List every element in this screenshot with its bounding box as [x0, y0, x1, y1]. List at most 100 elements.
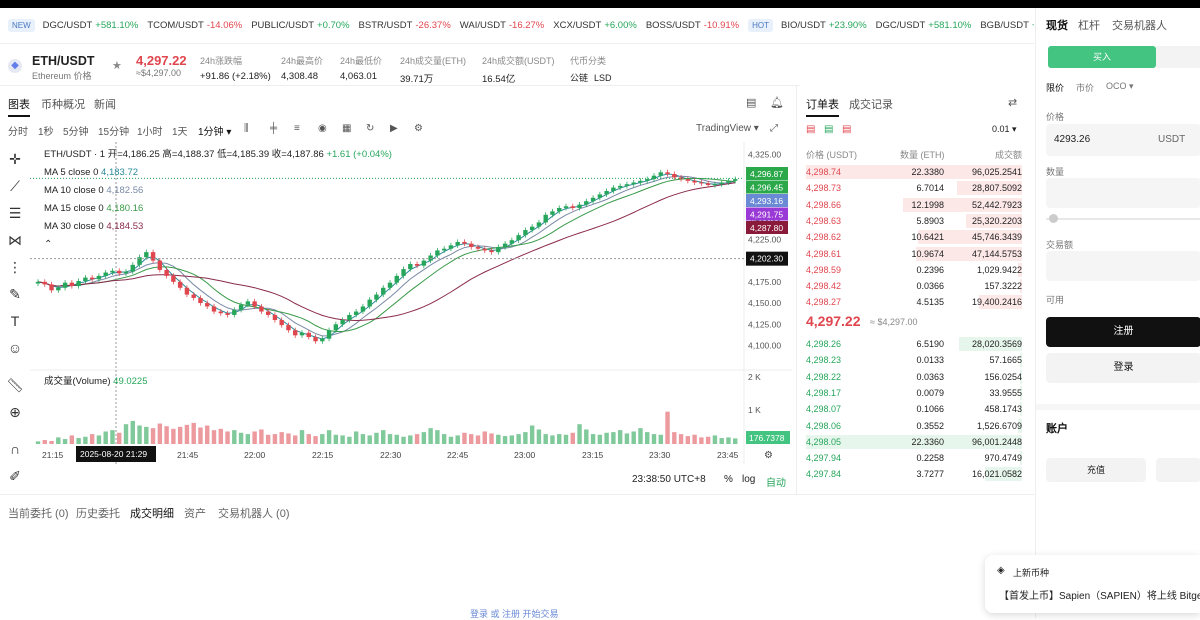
ticker-item[interactable]: BIO/USDT +23.90% — [781, 20, 867, 31]
interval-1m[interactable]: 1分钟 ▾ — [198, 123, 231, 138]
fullscreen-icon[interactable]: ⤢ — [770, 123, 778, 134]
indicator-icon[interactable]: ⫼ — [244, 123, 249, 134]
log-toggle[interactable]: log — [742, 474, 755, 485]
bids-view-icon[interactable]: ▤ — [824, 124, 833, 135]
listing-notification[interactable]: ◈ 上新币种 【首发上币】Sapien（SAPIEN）将上线 Bitget — [985, 555, 1200, 613]
text-icon[interactable]: T — [6, 312, 24, 330]
calendar-icon[interactable]: ▦ — [342, 123, 351, 134]
transfer-button[interactable] — [1156, 458, 1200, 482]
play-icon[interactable]: ▶ — [390, 123, 398, 134]
horizontal-lines-icon[interactable]: ☰ — [6, 204, 24, 222]
tab-bots[interactable]: 交易机器人 (0) — [218, 505, 290, 521]
gear-icon[interactable]: ⚙ — [414, 123, 423, 134]
ask-row[interactable]: 4,298.73 6.7014 28,807.5092 — [806, 180, 1022, 196]
ticker-item[interactable]: DGC/USDT +581.10% — [876, 20, 972, 31]
candle-type-icon[interactable]: ╪ — [270, 123, 277, 134]
login-prompt[interactable]: 登录 或 注册 开始交易 — [470, 607, 559, 620]
ask-row[interactable]: 4,298.62 10.6421 45,746.3439 — [806, 229, 1022, 245]
ask-row[interactable]: 4,298.61 10.9674 47,144.5753 — [806, 246, 1022, 262]
order-type-limit[interactable]: 限价 — [1046, 81, 1064, 94]
bid-row[interactable]: 4,298.26 6.5190 28,020.3569 — [806, 336, 1022, 352]
qty-input[interactable] — [1046, 178, 1200, 208]
tab-orderbook[interactable]: 订单表 — [806, 96, 839, 117]
bid-row[interactable]: 4,298.07 0.1066 458.1743 — [806, 401, 1022, 417]
ticker-item[interactable]: DGC/USDT +581.10% — [43, 20, 139, 31]
percent-toggle[interactable]: % — [724, 474, 733, 485]
tab-trades[interactable]: 成交记录 — [849, 96, 893, 112]
register-button[interactable]: 注册 — [1046, 317, 1200, 347]
tab-chart[interactable]: 图表 — [8, 96, 30, 117]
category-tag[interactable]: 公链 — [570, 71, 588, 84]
bid-row[interactable]: 4,298.06 0.3552 1,526.6709 — [806, 418, 1022, 434]
pattern-icon[interactable]: ⋈ — [6, 231, 24, 249]
slider-handle[interactable] — [1049, 214, 1058, 223]
ticker-item[interactable]: PUBLIC/USDT +0.70% — [251, 20, 349, 31]
sell-button[interactable] — [1156, 46, 1200, 68]
price-input[interactable]: 4293.26 USDT — [1046, 124, 1200, 156]
bell-icon[interactable]: 🔔︎ — [770, 96, 784, 109]
bid-row[interactable]: 4,297.94 0.2258 970.4749 — [806, 450, 1022, 466]
interval-1s[interactable]: 1秒 — [38, 123, 54, 138]
zoom-in-icon[interactable]: ⊕ — [6, 403, 24, 421]
swap-icon[interactable]: ⇄ — [1008, 96, 1017, 109]
interval-15m[interactable]: 15分钟 — [98, 123, 129, 138]
ask-row[interactable]: 4,298.66 12.1998 52,442.7923 — [806, 197, 1022, 213]
bid-row[interactable]: 4,298.22 0.0363 156.0254 — [806, 369, 1022, 385]
login-button[interactable]: 登录 — [1046, 353, 1200, 383]
tab-assets[interactable]: 资产 — [184, 505, 206, 521]
pair-title[interactable]: ETH/USDT — [32, 54, 95, 68]
deposit-button[interactable]: 充值 — [1046, 458, 1146, 482]
asks-view-icon[interactable]: ▤ — [842, 124, 851, 135]
tab-bot[interactable]: 交易机器人 — [1112, 17, 1167, 33]
interval-1d[interactable]: 1天 — [172, 123, 188, 138]
interval-5m[interactable]: 5分钟 — [63, 123, 89, 138]
interval-time[interactable]: 分时 — [8, 123, 28, 138]
both-view-icon[interactable]: ▤ — [806, 124, 815, 135]
category-tag[interactable]: LSD — [594, 73, 612, 83]
qty-slider[interactable] — [1046, 218, 1200, 220]
bid-row[interactable]: 4,298.17 0.0079 33.9555 — [806, 385, 1022, 401]
ticker-item[interactable]: BGB/USDT+1.03% — [980, 20, 1034, 31]
camera-icon[interactable]: ◉ — [318, 123, 327, 134]
ticker-item[interactable]: XCX/USDT +6.00% — [553, 20, 637, 31]
ask-row[interactable]: 4,298.42 0.0366 157.3222 — [806, 278, 1022, 294]
crosshair-icon[interactable]: ✛ — [6, 150, 24, 168]
tradingview-switch[interactable]: TradingView ▾ — [696, 123, 759, 134]
precision-select[interactable]: 0.01 ▾ — [992, 124, 1017, 135]
trendline-icon[interactable]: ⟋ — [6, 177, 24, 195]
auto-toggle[interactable]: 自动 — [766, 474, 786, 489]
fib-icon[interactable]: ⋮ — [6, 258, 24, 276]
book-icon[interactable]: ▤ — [746, 96, 756, 109]
bid-row[interactable]: 4,298.05 22.3360 96,001.2448 — [806, 434, 1022, 450]
order-type-market[interactable]: 市价 — [1076, 81, 1094, 94]
tab-overview[interactable]: 币种概况 — [41, 96, 85, 112]
interval-1h[interactable]: 1小时 — [137, 123, 163, 138]
tab-news[interactable]: 新闻 — [94, 96, 116, 112]
favorite-star-icon[interactable]: ★ — [112, 59, 122, 72]
bid-row[interactable]: 4,298.23 0.0133 57.1665 — [806, 352, 1022, 368]
tab-open-orders[interactable]: 当前委托 (0) — [8, 505, 69, 521]
ruler-icon[interactable]: 📏︎ — [6, 376, 24, 394]
ask-row[interactable]: 4,298.63 5.8903 25,320.2203 — [806, 213, 1022, 229]
magnet-icon[interactable]: ∩ — [6, 440, 24, 458]
emoji-icon[interactable]: ☺ — [6, 339, 24, 357]
collapse-icon[interactable]: ⌃ — [44, 236, 392, 254]
tab-trade-history[interactable]: 成交明细 — [130, 505, 174, 521]
brush-icon[interactable]: ✎ — [6, 285, 24, 303]
ticker-item[interactable]: TCOM/USDT -14.06% — [147, 20, 242, 31]
settings-line-icon[interactable]: ≡ — [294, 123, 300, 134]
tab-order-history[interactable]: 历史委托 — [76, 505, 120, 521]
lock-draw-icon[interactable]: ✐ — [6, 467, 24, 485]
refresh-icon[interactable]: ↻ — [366, 123, 374, 134]
tab-margin[interactable]: 杠杆 — [1078, 17, 1100, 33]
amount-input[interactable] — [1046, 251, 1200, 281]
ask-row[interactable]: 4,298.27 4.5135 19,400.2416 — [806, 294, 1022, 310]
ticker-item[interactable]: WAI/USDT -16.27% — [460, 20, 544, 31]
ticker-item[interactable]: BOSS/USDT -10.91% — [646, 20, 739, 31]
tab-spot[interactable]: 现货 — [1046, 17, 1068, 33]
ask-row[interactable]: 4,298.74 22.3380 96,025.2541 — [806, 164, 1022, 180]
buy-button[interactable]: 买入 — [1048, 46, 1156, 68]
order-type-oco[interactable]: OCO ▾ — [1106, 81, 1134, 92]
ask-row[interactable]: 4,298.59 0.2396 1,029.9422 — [806, 262, 1022, 278]
bid-row[interactable]: 4,297.84 3.7277 16,021.0582 — [806, 466, 1022, 482]
